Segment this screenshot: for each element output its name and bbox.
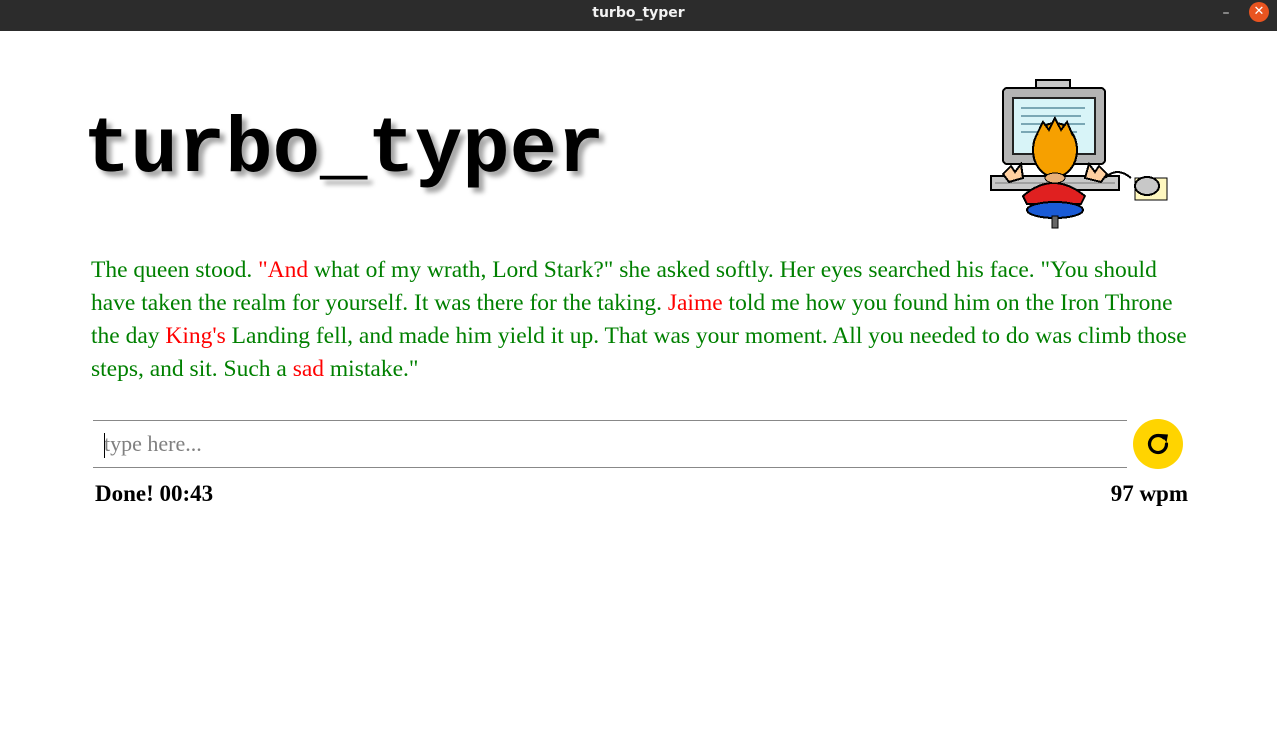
app-title: turbo_typer [83, 105, 605, 195]
typing-input[interactable] [93, 421, 1127, 467]
passage-text: The queen stood. "And what of my wrath, … [91, 254, 1191, 386]
incorrect-word: "And [258, 257, 309, 283]
incorrect-word: King's [165, 323, 226, 349]
status-text: Done! 00:43 [95, 481, 214, 506]
incorrect-word: Jaime [667, 290, 723, 316]
minimize-button[interactable]: – [1219, 3, 1233, 23]
text-caret [104, 433, 105, 458]
correct-text: The queen stood. [91, 257, 259, 283]
window-title: turbo_typer [592, 5, 685, 21]
reset-button[interactable] [1133, 419, 1183, 469]
wpm-readout: 97 wpm [1110, 481, 1188, 506]
computer-user-icon [990, 79, 1168, 229]
incorrect-word: sad [292, 356, 325, 382]
correct-text: mistake." [324, 356, 419, 382]
close-button[interactable]: ✕ [1249, 2, 1269, 22]
correct-text: Landing fell, and made him yield it up. … [91, 323, 1187, 382]
window-titlebar: turbo_typer – ✕ [0, 0, 1277, 31]
refresh-icon [1147, 433, 1169, 455]
typing-field-wrapper [93, 420, 1127, 468]
